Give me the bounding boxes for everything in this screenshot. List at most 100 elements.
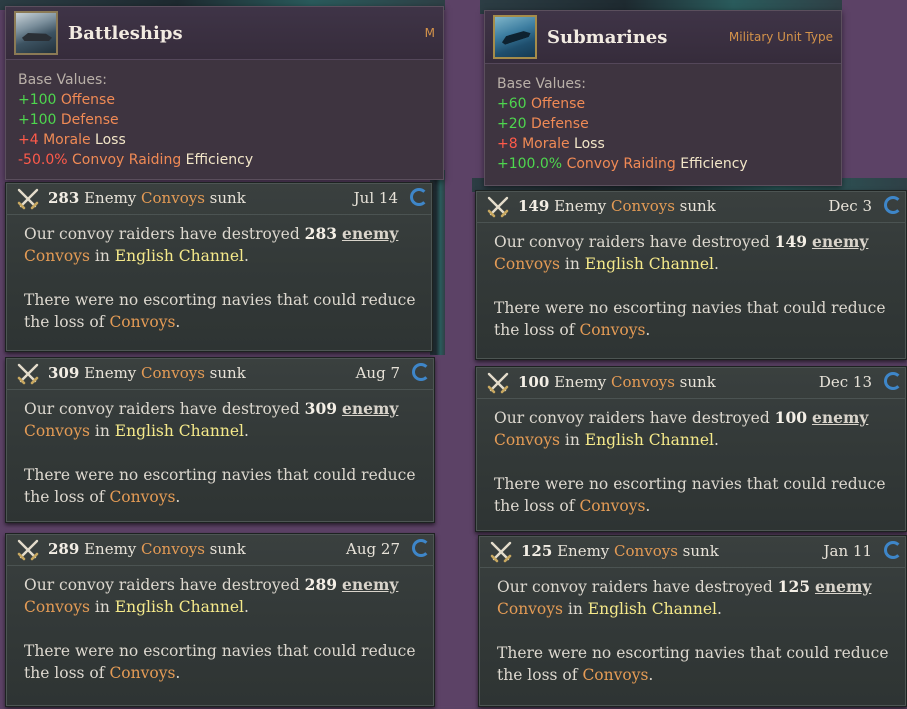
stat-suffix: Efficiency bbox=[675, 156, 748, 172]
convoy-link[interactable]: Convoys bbox=[579, 497, 645, 515]
event-notification[interactable]: 100 Enemy Convoys sunk Dec 13 Our convoy r… bbox=[475, 366, 907, 532]
event-date: Jul 14 bbox=[353, 189, 398, 207]
location-link[interactable]: English Channel bbox=[115, 247, 244, 265]
stat-row: -50.0% Convoy Raiding Efficiency bbox=[18, 150, 431, 170]
enemy-link[interactable]: enemy bbox=[342, 224, 398, 243]
event-description: Our convoy raiders have destroyed 149 en… bbox=[494, 232, 869, 273]
stat-value: +60 bbox=[497, 96, 527, 112]
event-body: Our convoy raiders have destroyed 309 en… bbox=[24, 398, 422, 530]
stat-name: Defense bbox=[60, 112, 119, 128]
convoy-link[interactable]: Convoys bbox=[24, 422, 90, 440]
unit-title: Submarines bbox=[547, 26, 668, 48]
event-body: Our convoy raiders have destroyed 100 en… bbox=[494, 407, 894, 539]
convoy-link[interactable]: Convoys bbox=[109, 313, 175, 331]
convoy-link[interactable]: Convoys bbox=[611, 373, 675, 391]
event-title: 125 Enemy Convoys sunk bbox=[521, 542, 719, 560]
convoy-link[interactable]: Convoys bbox=[497, 600, 563, 618]
event-note: There were no escorting navies that coul… bbox=[497, 644, 889, 684]
convoy-link[interactable]: Convoys bbox=[141, 364, 205, 382]
location-link[interactable]: English Channel bbox=[588, 600, 717, 618]
event-description: Our convoy raiders have destroyed 309 en… bbox=[24, 399, 399, 440]
right-column: Submarines Military Unit Type Base Value… bbox=[472, 0, 907, 709]
event-count: 309 bbox=[48, 364, 80, 382]
event-count: 283 bbox=[304, 224, 338, 243]
loading-spinner-icon bbox=[884, 372, 902, 390]
event-date: Jan 11 bbox=[823, 542, 872, 560]
stat-row: +100.0% Convoy Raiding Efficiency bbox=[497, 154, 829, 174]
base-values-label: Base Values: bbox=[497, 76, 586, 92]
event-body: Our convoy raiders have destroyed 283 en… bbox=[24, 223, 420, 355]
convoy-link[interactable]: Convoys bbox=[141, 540, 205, 558]
unit-tooltip-battleships: Battleships M Base Values: +100 Offense +… bbox=[5, 6, 444, 180]
crossed-swords-icon bbox=[17, 363, 39, 385]
loading-spinner-icon bbox=[410, 188, 428, 206]
event-date: Dec 13 bbox=[818, 373, 872, 391]
convoy-link[interactable]: Convoys bbox=[494, 255, 560, 273]
convoy-link[interactable]: Convoys bbox=[141, 189, 205, 207]
location-link[interactable]: English Channel bbox=[115, 598, 244, 616]
location-link[interactable]: English Channel bbox=[585, 255, 714, 273]
event-body: Our convoy raiders have destroyed 289 en… bbox=[24, 574, 422, 706]
stat-list: +100 Offense +100 Defense +4 Morale Loss -5… bbox=[18, 90, 431, 170]
convoy-link[interactable]: Convoys bbox=[614, 542, 678, 560]
event-count: 309 bbox=[304, 399, 338, 418]
unit-stats: Base Values: +60 Offense +20 Defense +8 Mo… bbox=[485, 64, 841, 186]
unit-tooltip-header: Submarines Military Unit Type bbox=[485, 11, 841, 64]
event-notification[interactable]: 289 Enemy Convoys sunk Aug 27 Our convoy r… bbox=[5, 533, 435, 707]
convoy-link[interactable]: Convoys bbox=[24, 598, 90, 616]
event-notification[interactable]: 125 Enemy Convoys sunk Jan 11 Our convoy r… bbox=[478, 535, 907, 707]
enemy-link[interactable]: enemy bbox=[342, 399, 398, 418]
convoy-link[interactable]: Convoys bbox=[24, 247, 90, 265]
convoy-link[interactable]: Convoys bbox=[494, 431, 560, 449]
event-notification[interactable]: 283 Enemy Convoys sunk Jul 14 Our convoy r… bbox=[5, 182, 433, 352]
unit-stats: Base Values: +100 Offense +100 Defense +4 … bbox=[6, 60, 443, 182]
enemy-link[interactable]: enemy bbox=[812, 408, 868, 427]
event-note: There were no escorting navies that coul… bbox=[494, 475, 886, 515]
event-count: 100 bbox=[518, 373, 550, 391]
event-count: 283 bbox=[48, 189, 80, 207]
stat-name: Morale bbox=[522, 136, 570, 152]
location-link[interactable]: English Channel bbox=[585, 431, 714, 449]
base-values-label: Base Values: bbox=[18, 72, 107, 88]
unit-tooltip-header: Battleships M bbox=[6, 7, 443, 60]
stat-row: +100 Defense bbox=[18, 110, 431, 130]
event-description: Our convoy raiders have destroyed 100 en… bbox=[494, 408, 869, 449]
stat-row: +20 Defense bbox=[497, 114, 829, 134]
battleship-icon bbox=[14, 11, 58, 55]
stat-suffix: Loss bbox=[90, 132, 126, 148]
enemy-link[interactable]: enemy bbox=[812, 232, 868, 251]
event-count: 125 bbox=[521, 542, 553, 560]
event-header: 125 Enemy Convoys sunk Jan 11 bbox=[479, 536, 906, 568]
convoy-link[interactable]: Convoys bbox=[109, 488, 175, 506]
enemy-link[interactable]: enemy bbox=[815, 577, 871, 596]
left-column: Battleships M Base Values: +100 Offense +… bbox=[0, 0, 445, 709]
stat-name: Defense bbox=[531, 116, 589, 132]
event-title: 149 Enemy Convoys sunk bbox=[518, 197, 716, 215]
unit-title: Battleships bbox=[68, 22, 183, 44]
unit-tooltip-submarines: Submarines Military Unit Type Base Value… bbox=[484, 10, 842, 186]
convoy-link[interactable]: Convoys bbox=[109, 664, 175, 682]
event-count: 125 bbox=[777, 577, 811, 596]
event-description: Our convoy raiders have destroyed 289 en… bbox=[24, 575, 399, 616]
enemy-link[interactable]: enemy bbox=[342, 575, 398, 594]
event-notification[interactable]: 309 Enemy Convoys sunk Aug 7 Our convoy ra… bbox=[5, 357, 435, 523]
event-body: Our convoy raiders have destroyed 149 en… bbox=[494, 231, 894, 363]
event-title: 283 Enemy Convoys sunk bbox=[48, 189, 246, 207]
convoy-link[interactable]: Convoys bbox=[611, 197, 675, 215]
stat-value: +8 bbox=[497, 136, 518, 152]
crossed-swords-icon bbox=[17, 539, 39, 561]
event-note: There were no escorting navies that coul… bbox=[494, 299, 886, 339]
event-title: 100 Enemy Convoys sunk bbox=[518, 373, 716, 391]
stat-value: +100.0% bbox=[497, 156, 563, 172]
stat-name: Offense bbox=[531, 96, 586, 112]
event-notification[interactable]: 149 Enemy Convoys sunk Dec 3 Our convoy ra… bbox=[475, 190, 907, 360]
event-title: 289 Enemy Convoys sunk bbox=[48, 540, 246, 558]
event-header: 100 Enemy Convoys sunk Dec 13 bbox=[476, 367, 906, 399]
submarine-icon bbox=[493, 15, 537, 59]
location-link[interactable]: English Channel bbox=[115, 422, 244, 440]
convoy-link[interactable]: Convoys bbox=[579, 321, 645, 339]
event-body: Our convoy raiders have destroyed 125 en… bbox=[497, 576, 894, 708]
event-note: There were no escorting navies that coul… bbox=[24, 291, 416, 331]
convoy-link[interactable]: Convoys bbox=[582, 666, 648, 684]
event-count: 100 bbox=[774, 408, 808, 427]
